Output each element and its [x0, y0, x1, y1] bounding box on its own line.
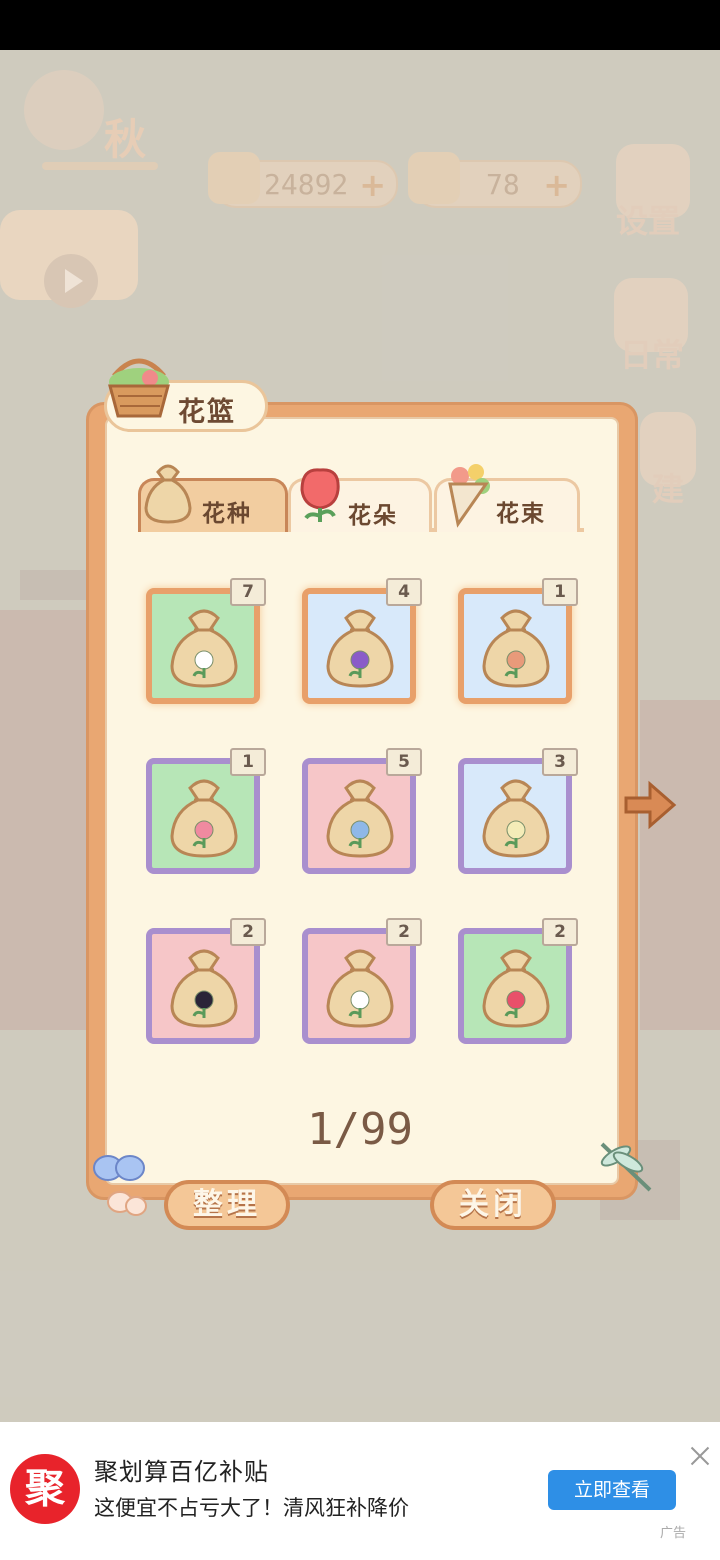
seed-count-badge: 1	[230, 748, 266, 776]
seed-count-badge: 4	[386, 578, 422, 606]
daily-label: 日常	[620, 336, 685, 374]
seed-count-badge: 3	[542, 748, 578, 776]
season-progress-bar	[42, 162, 158, 170]
tab-bouquets-label: 花束	[496, 501, 546, 527]
close-button[interactable]: 关闭	[430, 1180, 556, 1230]
seed-bag-icon	[144, 464, 192, 524]
seed-slot[interactable]: 1	[146, 748, 266, 874]
ad-logo: 聚	[10, 1454, 80, 1524]
seed-bag-icon	[482, 949, 550, 1028]
cheese-count: 78	[486, 168, 520, 201]
ad-close-icon[interactable]	[688, 1444, 712, 1468]
next-page-arrow[interactable]	[622, 780, 678, 830]
add-fish-button[interactable]: +	[359, 166, 386, 204]
ad-banner[interactable]: 聚 聚划算百亿补贴 这便宜不占亏大了！清风狂补降价 立即查看 广告	[0, 1422, 720, 1560]
ad-title: 聚划算百亿补贴	[94, 1458, 269, 1486]
ad-cta-button[interactable]: 立即查看	[548, 1470, 676, 1510]
dragonfly-icon	[600, 1142, 652, 1192]
seed-count-badge: 1	[542, 578, 578, 606]
fish-count: 24892	[264, 168, 349, 201]
seed-slot[interactable]: 1	[458, 578, 578, 704]
build-label: 建	[652, 470, 685, 508]
butterfly-icon	[93, 1155, 147, 1216]
seed-slot[interactable]: 5	[302, 748, 422, 874]
bouquet-icon	[448, 464, 490, 528]
season-label: 秋	[104, 115, 147, 164]
seed-slot[interactable]: 2	[146, 918, 266, 1044]
ad-tag: 广告	[660, 1526, 687, 1541]
seed-slot[interactable]: 3	[458, 748, 578, 874]
add-cheese-button[interactable]: +	[543, 166, 570, 204]
settings-label: 设置	[616, 202, 681, 240]
cheese-currency: 78 +	[408, 152, 582, 208]
status-bar	[0, 0, 720, 50]
dialog-title: 花篮	[178, 397, 236, 428]
ad-description: 这便宜不占亏大了！清风狂补降价	[94, 1496, 409, 1520]
fish-currency: 24892 +	[208, 152, 398, 208]
seed-bag-icon	[170, 609, 238, 688]
seed-slot[interactable]: 2	[302, 918, 422, 1044]
page-indicator: 1/99	[307, 1104, 413, 1155]
play-icon	[44, 254, 98, 308]
seed-slot[interactable]: 4	[302, 578, 422, 704]
seed-count-badge: 7	[230, 578, 266, 606]
seed-bag-icon	[326, 609, 394, 688]
fish-icon	[208, 152, 260, 204]
seed-count-badge: 2	[542, 918, 578, 946]
seed-slot[interactable]: 2	[458, 918, 578, 1044]
seed-bag-icon	[326, 949, 394, 1028]
seed-bag-icon	[326, 779, 394, 858]
video-reward-button[interactable]	[0, 210, 138, 308]
seed-bag-icon	[170, 949, 238, 1028]
sort-button[interactable]: 整理	[164, 1180, 290, 1230]
rose-icon	[300, 468, 340, 522]
cheese-icon	[408, 152, 460, 204]
seed-count-badge: 2	[230, 918, 266, 946]
seed-bag-icon	[482, 609, 550, 688]
seed-bag-icon	[170, 779, 238, 858]
seed-bag-icon	[482, 779, 550, 858]
player-avatar	[24, 70, 104, 150]
seed-slot[interactable]: 7	[146, 578, 266, 704]
seed-count-badge: 5	[386, 748, 422, 776]
basket-icon	[108, 358, 170, 418]
tab-flowers-label: 花朵	[348, 503, 398, 529]
tab-seeds-label: 花种	[202, 501, 252, 527]
seed-count-badge: 2	[386, 918, 422, 946]
